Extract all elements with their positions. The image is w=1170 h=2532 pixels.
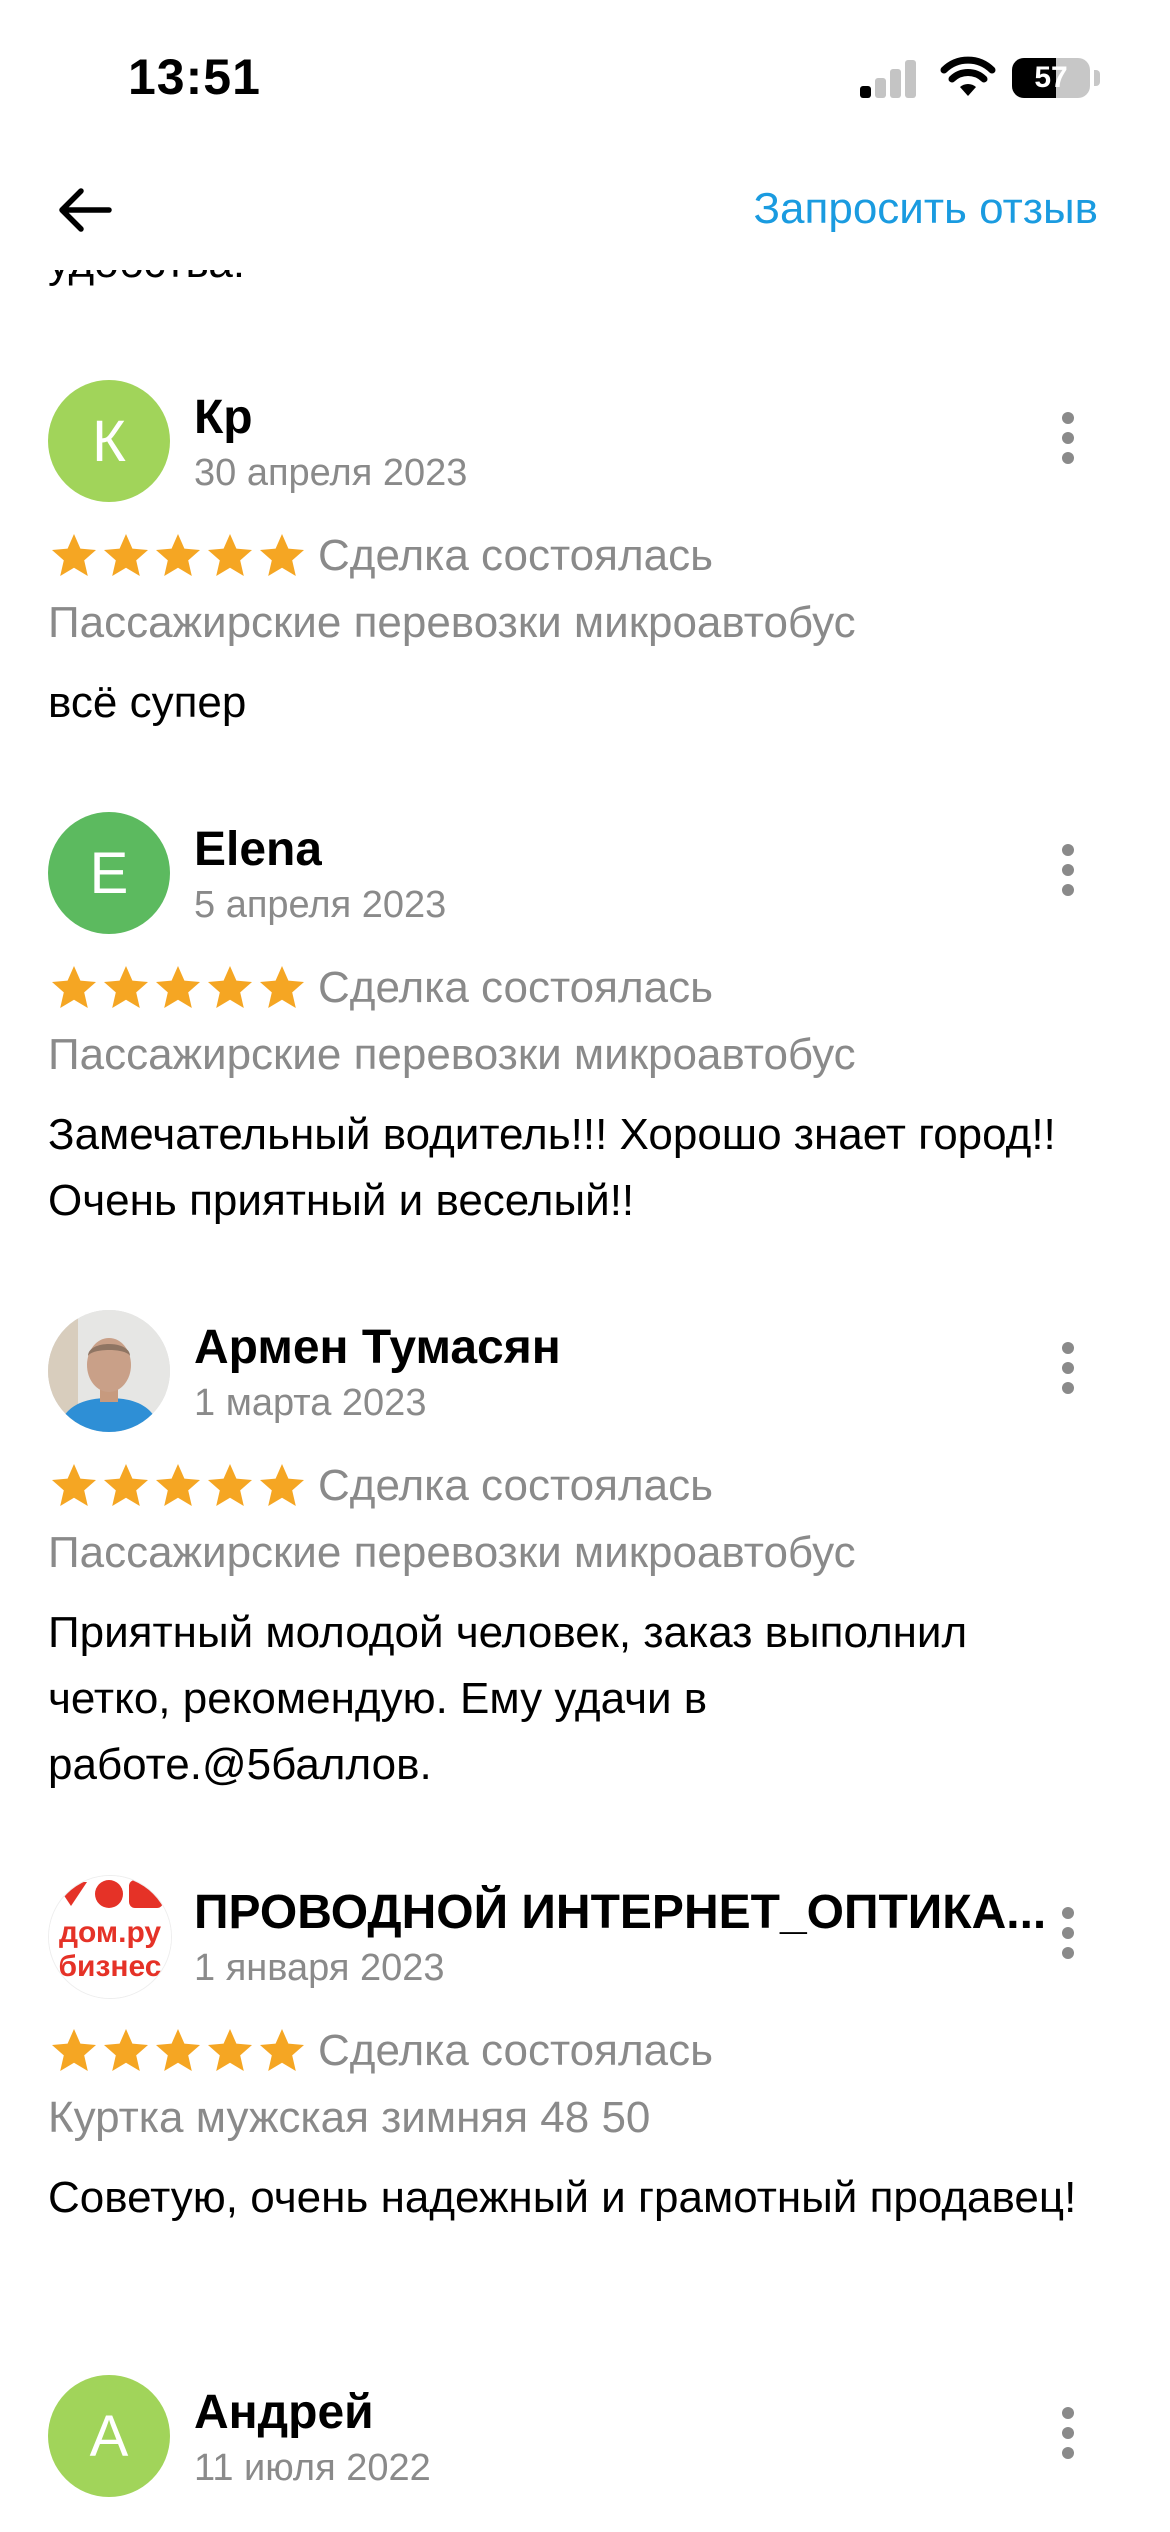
avatar[interactable]: К — [48, 380, 170, 502]
review-date: 30 апреля 2023 — [194, 452, 468, 494]
review-text: всё супер — [48, 678, 247, 727]
cellular-signal-icon — [860, 58, 918, 98]
review-text: Приятный молодой человек, заказ выполнил… — [48, 1608, 968, 1789]
star-icon — [52, 966, 96, 1008]
star-icon — [260, 534, 304, 576]
avatar[interactable]: E — [48, 812, 170, 934]
star-icon — [208, 966, 252, 1008]
review-text: Советую, очень надежный и грамотный прод… — [48, 2173, 1077, 2222]
review-item-title[interactable]: Пассажирские перевозки микроавтобус — [48, 598, 856, 648]
star-icon — [208, 2029, 252, 2071]
request-review-link[interactable]: Запросить отзыв — [753, 184, 1098, 234]
arrow-left-icon — [59, 188, 112, 232]
more-options-icon[interactable] — [1050, 1342, 1086, 1402]
avatar[interactable]: А — [48, 2375, 170, 2497]
star-icon — [260, 1464, 304, 1506]
star-icon — [156, 1464, 200, 1506]
review-date: 1 марта 2023 — [194, 1382, 427, 1424]
battery-icon: 57 — [1012, 58, 1090, 98]
more-options-icon[interactable] — [1050, 1907, 1086, 1967]
svg-text:бизнес: бизнес — [59, 1950, 162, 1983]
review-date: 5 апреля 2023 — [194, 884, 447, 926]
more-options-icon[interactable] — [1050, 844, 1086, 904]
star-icon — [156, 966, 200, 1008]
star-icon — [104, 966, 148, 1008]
review-item-title[interactable]: Пассажирские перевозки микроавтобус — [48, 1030, 856, 1080]
star-icon — [260, 966, 304, 1008]
star-icon — [156, 2029, 200, 2071]
deal-status: Сделка состоялась — [318, 963, 714, 1012]
deal-status: Сделка состоялась — [318, 2026, 714, 2075]
review-item-title[interactable]: Куртка мужская зимняя 48 50 — [48, 2093, 650, 2143]
star-icon — [52, 2029, 96, 2071]
user-photo-icon — [48, 1310, 170, 1432]
star-icon — [208, 534, 252, 576]
review-item-title[interactable]: Пассажирские перевозки микроавтобус — [48, 1528, 856, 1578]
more-options-icon[interactable] — [1050, 412, 1086, 472]
star-icon — [52, 534, 96, 576]
star-icon — [104, 534, 148, 576]
star-icon — [52, 1464, 96, 1506]
company-logo: дом.ру бизнес — [49, 1876, 171, 1998]
review-date: 11 июля 2022 — [194, 2447, 431, 2489]
reviewer-name[interactable]: ПРОВОДНОЙ ИНТЕРНЕТ_ОПТИКА... — [194, 1885, 1046, 1940]
star-icon — [208, 1464, 252, 1506]
battery-tip — [1094, 70, 1100, 86]
star-icon — [260, 2029, 304, 2071]
battery-percent: 57 — [1034, 61, 1068, 94]
status-bar: 13:51 57 — [0, 0, 1170, 150]
rating-stars — [48, 1460, 308, 1512]
status-time: 13:51 — [128, 49, 261, 105]
reviewer-name[interactable]: Андрей — [194, 2385, 374, 2440]
review-date: 1 января 2023 — [194, 1947, 445, 1989]
star-icon — [156, 534, 200, 576]
reviewer-name[interactable]: Кр — [194, 390, 253, 445]
review-text: Замечательный водитель!!! Хорошо знает г… — [48, 1110, 1056, 1225]
reviewer-name[interactable]: Армен Тумасян — [194, 1320, 561, 1375]
rating-stars — [48, 2025, 308, 2077]
star-icon — [104, 2029, 148, 2071]
deal-status: Сделка состоялась — [318, 1461, 714, 1510]
svg-text:дом.ру: дом.ру — [59, 1916, 161, 1949]
wifi-icon — [940, 56, 996, 96]
avatar[interactable]: дом.ру бизнес — [48, 1875, 172, 1999]
back-button[interactable] — [50, 175, 120, 245]
rating-stars — [48, 530, 308, 582]
rating-stars — [48, 962, 308, 1014]
avatar[interactable] — [48, 1310, 170, 1432]
star-icon — [104, 1464, 148, 1506]
reviewer-name[interactable]: Elena — [194, 822, 322, 877]
more-options-icon[interactable] — [1050, 2407, 1086, 2467]
deal-status: Сделка состоялась — [318, 531, 714, 580]
top-navigation: Запросить отзыв — [0, 150, 1170, 270]
